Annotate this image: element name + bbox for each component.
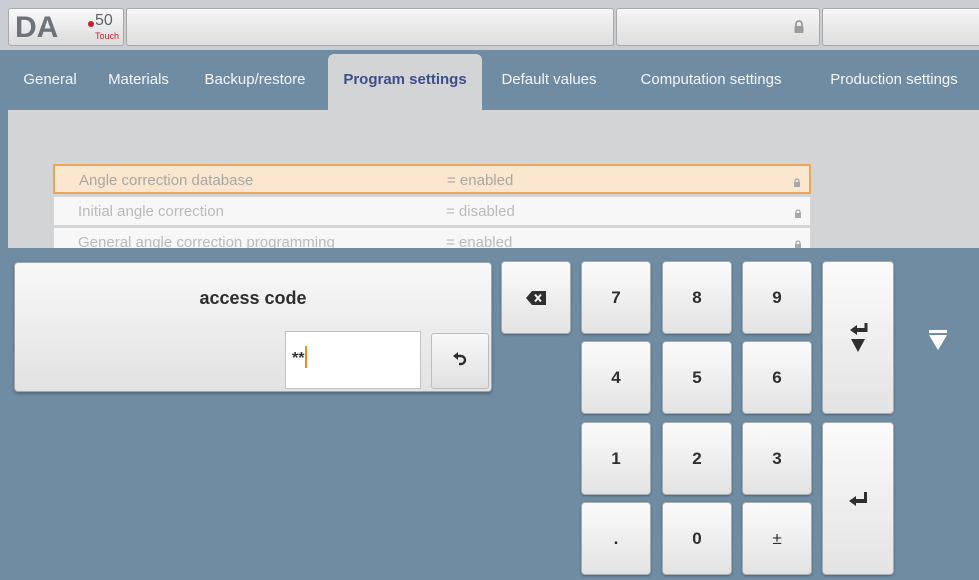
enter-button[interactable] (822, 422, 894, 575)
key-3[interactable]: 3 (742, 422, 812, 495)
setting-label: Initial angle correction (78, 203, 224, 220)
access-code-input[interactable]: ** (285, 331, 421, 389)
setting-row-angle-correction-database[interactable]: Angle correction database = enabled (53, 164, 811, 194)
key-6[interactable]: 6 (742, 341, 812, 414)
lock-icon (794, 206, 802, 218)
lock-icon (793, 175, 801, 187)
info-field (822, 8, 979, 46)
key-2[interactable]: 2 (662, 422, 732, 495)
key-0[interactable]: 0 (662, 502, 732, 575)
tab-production-settings[interactable]: Production settings (809, 54, 979, 110)
tab-general[interactable]: General (8, 54, 92, 110)
key-8[interactable]: 8 (662, 261, 732, 334)
access-level-field[interactable] (616, 8, 820, 46)
access-code-dialog: access code ** (14, 262, 492, 392)
access-code-value: ** (292, 350, 305, 367)
lock-icon (793, 20, 805, 34)
triangle-down-icon[interactable] (929, 330, 947, 350)
setting-value: = enabled (447, 172, 514, 189)
logo-edition: Touch (95, 31, 120, 41)
enter-icon (847, 491, 869, 506)
setting-label: Angle correction database (79, 172, 254, 189)
top-bar: DA 50 Touch (0, 0, 979, 50)
undo-icon (451, 350, 469, 373)
settings-panel: Angle correction database = enabled Init… (8, 110, 979, 257)
key-4[interactable]: 4 (581, 341, 651, 414)
status-field (126, 8, 614, 46)
tab-program-settings[interactable]: Program settings (328, 54, 482, 110)
key-7[interactable]: 7 (581, 261, 651, 334)
key-9[interactable]: 9 (742, 261, 812, 334)
text-caret (305, 346, 308, 368)
logo-brand: DA (15, 11, 59, 44)
setting-row-initial-angle-correction[interactable]: Initial angle correction = disabled (53, 196, 811, 226)
tab-materials[interactable]: Materials (95, 54, 182, 110)
undo-button[interactable] (431, 333, 489, 389)
backspace-icon (526, 290, 546, 305)
enter-down-icon (847, 322, 869, 354)
tab-backup-restore[interactable]: Backup/restore (185, 54, 325, 110)
key-5[interactable]: 5 (662, 341, 732, 414)
logo-model: 50 (95, 12, 113, 29)
setting-value: = disabled (446, 203, 515, 220)
tab-default-values[interactable]: Default values (485, 54, 613, 110)
backspace-button[interactable] (501, 261, 571, 334)
key-decimal-point[interactable]: . (581, 502, 651, 575)
tab-bar: General Materials Backup/restore Program… (0, 50, 979, 110)
logo: DA 50 Touch (8, 8, 124, 46)
logo-dot (88, 21, 94, 27)
enter-next-button[interactable] (822, 261, 894, 414)
dialog-title: access code (199, 288, 307, 308)
tab-computation-settings[interactable]: Computation settings (616, 54, 806, 110)
lock-icon (794, 237, 802, 249)
key-1[interactable]: 1 (581, 422, 651, 495)
key-plus-minus[interactable]: ± (742, 502, 812, 575)
keypad-area: access code ** 7 8 9 4 5 6 1 2 3 . 0 ± (0, 248, 979, 580)
